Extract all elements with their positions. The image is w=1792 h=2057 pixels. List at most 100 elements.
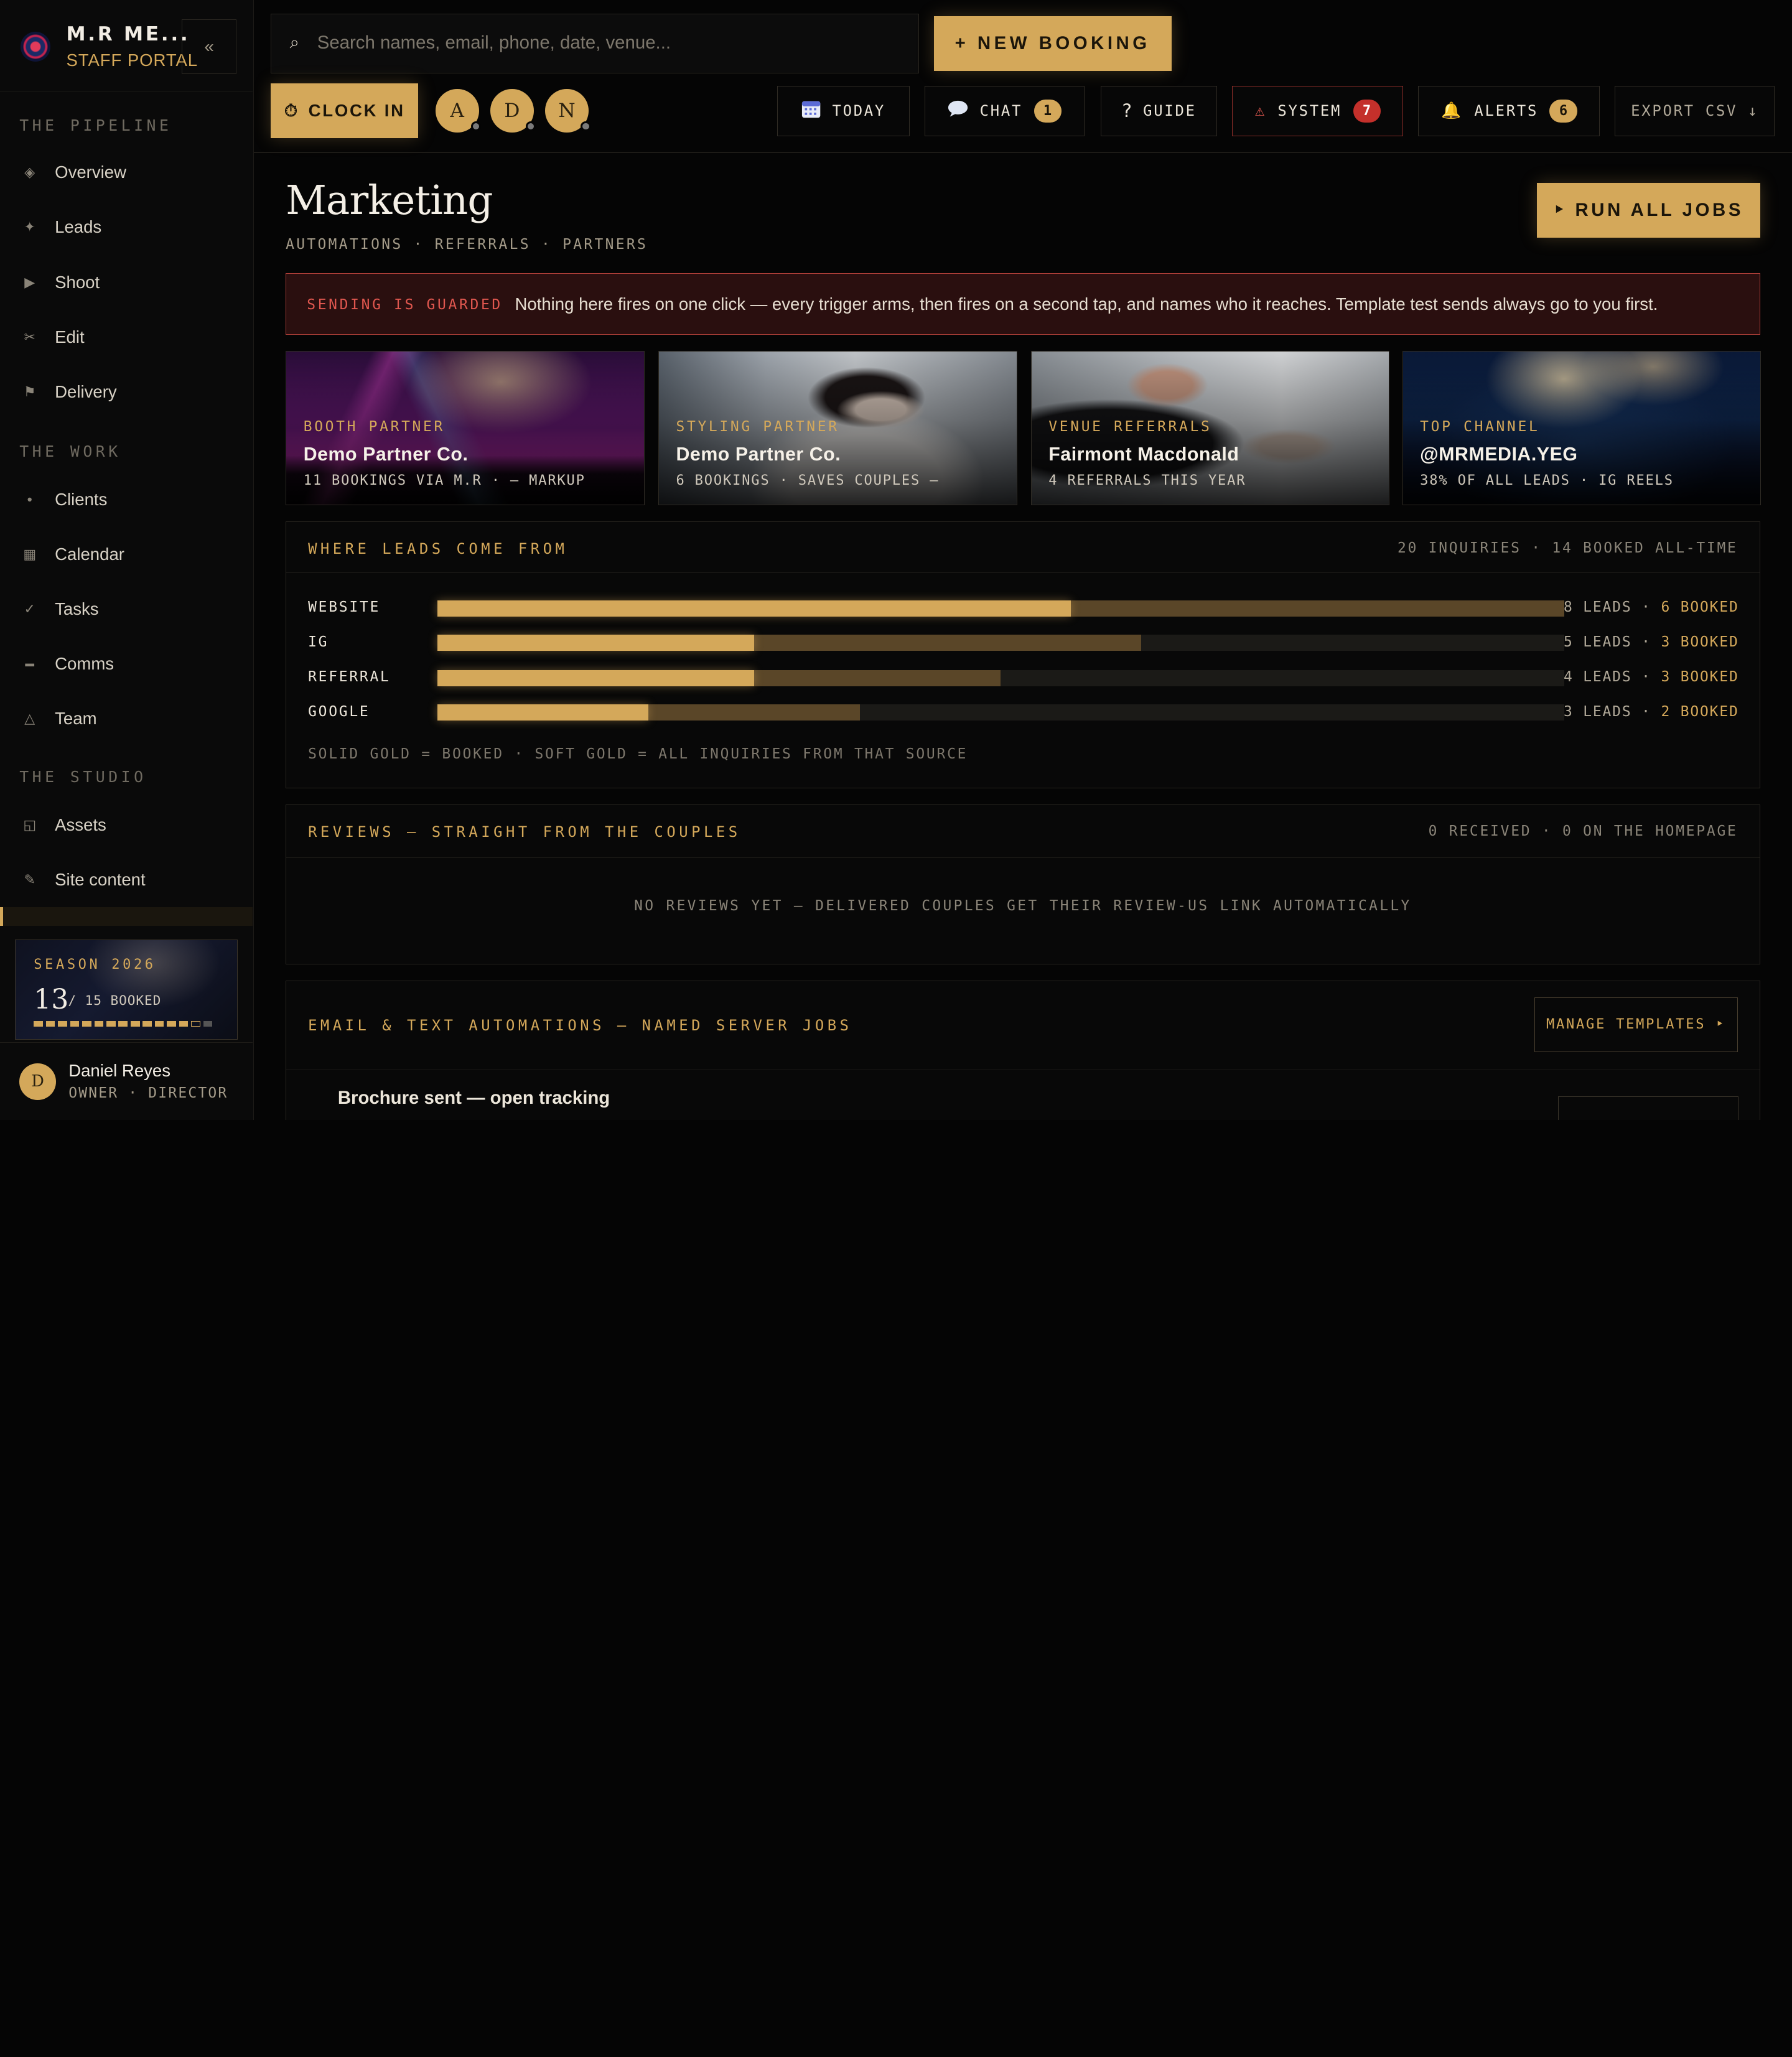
source-count: 3 LEADS · 2 BOOKED [1564,704,1739,720]
source-name: WEBSITE [308,599,381,616]
panel-header: WHERE LEADS COME FROM 20 INQUIRIES · 14 … [286,522,1760,574]
sidebar: M.R ME... STAFF PORTAL « THE PIPELINE ◈ O… [0,0,254,1120]
source-row-website: WEBSITE 8 LEADS · 6 BOOKED [308,597,1739,620]
chat-button[interactable]: CHAT 1 [924,85,1085,136]
job-title: Brochure sent — open tracking [337,1087,610,1108]
sidebar-item-tasks[interactable]: ✓ Tasks [0,586,253,632]
partner-card-top-channel[interactable]: TOP CHANNEL @MRMEDIA.YEG 38% OF ALL LEAD… [1402,350,1762,505]
bar-legend-note: SOLID GOLD = BOOKED · SOFT GOLD = ALL IN… [308,745,968,762]
sidebar-item-marketing-active[interactable] [0,907,253,926]
sidebar-item-shoot[interactable]: ▶ Shoot [0,259,253,305]
sidebar-item-clients[interactable]: ● Clients [0,477,253,522]
panel-header: REVIEWS — STRAIGHT FROM THE COUPLES 0 RE… [286,805,1760,858]
nav-section-studio: THE STUDIO [19,768,147,786]
scissors-icon: ✂ [24,329,35,345]
alerts-label: ALERTS [1474,102,1539,120]
season-dot [203,1021,213,1027]
today-button[interactable]: TODAY [777,85,910,136]
source-bar-track [437,635,1564,651]
guard-tag: SENDING IS GUARDED [307,296,503,313]
reviews-panel: REVIEWS — STRAIGHT FROM THE COUPLES 0 RE… [286,805,1760,965]
booked-bar [437,704,649,721]
booked-bar [437,635,754,651]
search-bar[interactable]: ⌕ [271,14,919,73]
season-dot [82,1021,91,1027]
booked-bar [437,600,1071,617]
leads-count: 5 LEADS · [1563,633,1651,650]
season-booked: 13 [34,983,69,1015]
warning-icon: ⚠ [1254,101,1267,121]
sidebar-item-label: Site content [55,870,146,890]
today-label: TODAY [832,102,886,120]
status-dot [525,121,536,132]
sidebar-item-overview[interactable]: ◈ Overview [0,150,253,195]
season-dot [191,1021,200,1027]
card-title: Demo Partner Co. [303,444,469,465]
presence-initial: A [450,100,464,123]
diamond-icon: ◈ [24,164,35,180]
source-bar-track [437,704,1564,721]
panel-title: REVIEWS — STRAIGHT FROM THE COUPLES [308,823,741,841]
season-label: SEASON 2026 [34,957,156,973]
alerts-count-badge: 6 [1549,99,1577,123]
play-icon: ▶ [24,274,35,290]
presence-avatar-d[interactable]: D [490,89,536,133]
sidebar-item-label: Shoot [55,272,100,292]
system-button[interactable]: ⚠ SYSTEM 7 [1231,85,1404,136]
booked-count: 2 BOOKED [1661,703,1739,720]
reviews-empty-state: NO REVIEWS YET — DELIVERED COUPLES GET T… [634,897,1412,914]
page-title: Marketing [286,177,493,224]
brand-subtitle: STAFF PORTAL [66,50,198,70]
season-dot [179,1021,189,1027]
card-stat: 6 BOOKINGS · SAVES COUPLES — [676,472,940,488]
sidebar-item-label: Clients [55,489,108,509]
card-title: Demo Partner Co. [676,444,841,465]
presence-avatar-n[interactable]: N [545,89,591,133]
new-booking-button[interactable]: + NEW BOOKING [933,16,1172,71]
panel-meta: 20 INQUIRIES · 14 BOOKED ALL-TIME [1397,539,1738,556]
partner-card-booth[interactable]: BOOTH PARTNER Demo Partner Co. 11 BOOKIN… [286,350,645,505]
sidebar-item-leads[interactable]: ✦ Leads [0,205,253,250]
brand-logo[interactable] [21,32,50,62]
job-action-button[interactable] [1558,1096,1739,1120]
sidebar-item-calendar[interactable]: ▦ Calendar [0,531,253,577]
partner-card-styling[interactable]: STYLING PARTNER Demo Partner Co. 6 BOOKI… [658,350,1017,505]
sidebar-item-comms[interactable]: ▬ Comms [0,641,253,686]
sidebar-item-team[interactable]: △ Team [0,696,253,742]
card-kicker: STYLING PARTNER [676,419,839,436]
season-dot [154,1021,164,1027]
guide-label: GUIDE [1143,102,1197,120]
leads-source-panel: WHERE LEADS COME FROM 20 INQUIRIES · 14 … [286,521,1760,789]
sidebar-item-assets[interactable]: ◱ Assets [0,802,253,847]
presence-initial: D [504,100,520,123]
clock-in-button[interactable]: ⏱ CLOCK IN [271,83,419,139]
sparkle-icon: ✦ [24,219,35,235]
manage-templates-button[interactable]: MANAGE TEMPLATES ‣ [1534,997,1738,1052]
collapse-sidebar-button[interactable]: « [182,19,237,75]
source-count: 4 LEADS · 3 BOOKED [1564,669,1739,685]
sidebar-item-edit[interactable]: ✂ Edit [0,314,253,360]
brand-name: M.R ME... [66,22,190,45]
presence-avatar-a[interactable]: A [435,89,482,133]
booked-count: 3 BOOKED [1661,669,1739,686]
search-input[interactable] [317,14,900,72]
alerts-button[interactable]: 🔔 ALERTS 6 [1418,85,1600,136]
sidebar-item-delivery[interactable]: ⚑ Delivery [0,369,253,414]
sidebar-item-site-content[interactable]: ✎ Site content [0,857,253,903]
season-progress-card: SEASON 2026 13 / 15 BOOKED [14,939,238,1040]
source-count: 8 LEADS · 6 BOOKED [1564,599,1739,615]
guide-button[interactable]: ? GUIDE [1100,85,1218,136]
chat-bubble-icon [948,100,968,122]
sidebar-item-label: Edit [55,327,85,347]
user-profile[interactable]: D Daniel Reyes OWNER · DIRECTOR [0,1042,253,1120]
source-name: GOOGLE [308,703,370,720]
partner-card-venue[interactable]: VENUE REFERRALS Fairmont Macdonald 4 REF… [1030,350,1390,505]
run-all-jobs-button[interactable]: ‣ RUN ALL JOBS [1537,182,1760,238]
message-icon: ▬ [25,659,35,669]
triangle-icon: △ [24,711,35,727]
card-stat: 38% OF ALL LEADS · IG REELS [1420,472,1674,488]
panel-meta: 0 RECEIVED · 0 ON THE HOMEPAGE [1428,823,1738,840]
export-csv-button[interactable]: EXPORT CSV ↓ [1615,85,1775,136]
sidebar-item-label: Calendar [55,544,124,564]
sidebar-item-label: Overview [55,162,126,182]
